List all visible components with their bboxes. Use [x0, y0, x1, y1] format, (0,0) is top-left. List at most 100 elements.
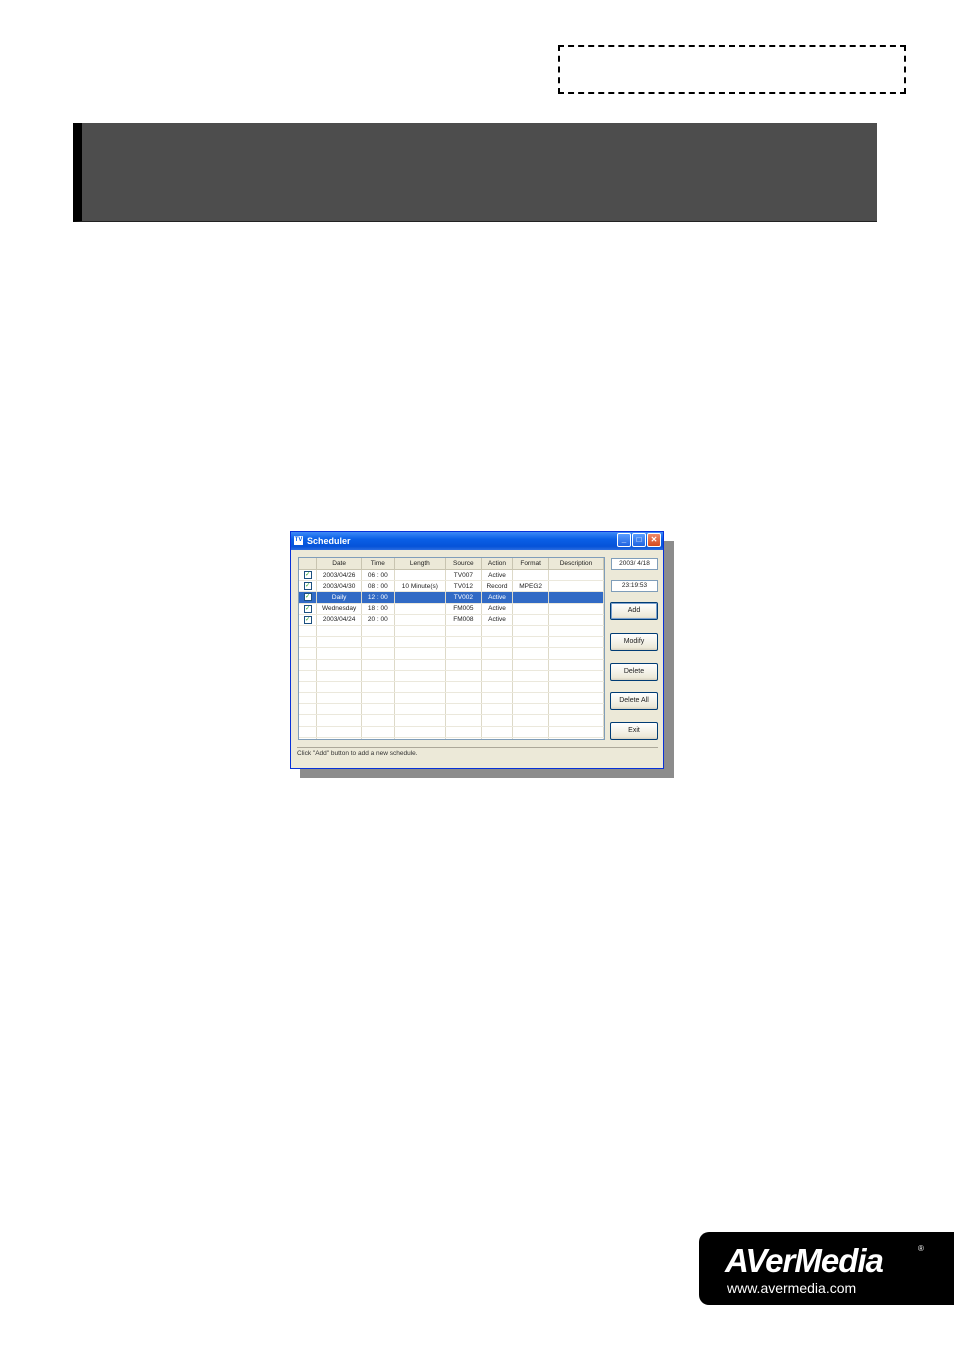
cell-length: [394, 591, 447, 604]
empty-cell: [316, 670, 362, 682]
empty-row: [299, 737, 604, 739]
empty-cell: [481, 659, 514, 671]
empty-cell: [361, 692, 395, 705]
cell-source: TV012: [445, 580, 482, 593]
empty-cell: [394, 670, 447, 682]
cell-time: 08 : 00: [361, 580, 395, 593]
app-icon: TV: [294, 536, 303, 545]
empty-cell: [481, 681, 514, 694]
empty-cell: [548, 703, 604, 716]
enable-checkbox[interactable]: ✓: [303, 615, 312, 624]
row-checkbox-cell: ✓: [299, 569, 318, 582]
column-header[interactable]: Description: [548, 558, 604, 570]
empty-cell: [548, 670, 604, 682]
column-header[interactable]: Time: [361, 558, 395, 570]
close-button[interactable]: ✕: [647, 533, 661, 547]
column-header[interactable]: Action: [481, 558, 514, 570]
empty-cell: [512, 703, 549, 716]
empty-cell: [299, 636, 318, 649]
empty-cell: [548, 647, 604, 660]
empty-cell: [481, 726, 514, 738]
logo-url: www.avermedia.com: [727, 1280, 857, 1296]
modify-button[interactable]: Modify: [610, 633, 658, 651]
empty-cell: [299, 737, 318, 739]
empty-cell: [361, 714, 395, 727]
cell-description: [548, 614, 604, 626]
empty-row: [299, 714, 604, 727]
empty-cell: [361, 647, 395, 660]
empty-cell: [445, 647, 482, 660]
empty-cell: [512, 692, 549, 705]
empty-cell: [316, 714, 362, 727]
cell-description: [548, 603, 604, 615]
row-checkbox-cell: ✓: [299, 603, 318, 615]
empty-cell: [394, 726, 447, 738]
cell-format: [512, 614, 549, 626]
empty-cell: [512, 726, 549, 738]
empty-cell: [481, 636, 514, 649]
empty-cell: [481, 737, 514, 739]
delete-all-button[interactable]: Delete All: [610, 692, 658, 710]
empty-cell: [361, 726, 395, 738]
empty-cell: [361, 681, 395, 694]
cell-format: [512, 569, 549, 582]
empty-cell: [361, 703, 395, 716]
cell-date: Wednesday: [316, 603, 362, 615]
row-checkbox-cell: ✓: [299, 591, 318, 604]
empty-cell: [445, 659, 482, 671]
column-header[interactable]: [299, 558, 318, 570]
empty-row: [299, 647, 604, 660]
table-row[interactable]: ✓ Daily 12 : 00 TV002 Active: [299, 591, 604, 604]
empty-cell: [548, 625, 604, 638]
empty-cell: [316, 659, 362, 671]
enable-checkbox[interactable]: ✓: [303, 593, 312, 602]
empty-row: [299, 636, 604, 649]
cell-action: Record: [481, 580, 514, 593]
column-header[interactable]: Format: [512, 558, 549, 570]
add-button[interactable]: Add: [610, 602, 658, 620]
table-row[interactable]: ✓ 2003/04/24 20 : 00 FM008 Active: [299, 614, 604, 626]
empty-cell: [548, 681, 604, 694]
cell-date: Daily: [316, 591, 362, 604]
column-header[interactable]: Length: [394, 558, 447, 570]
title-bar[interactable]: TV Scheduler _ □ ✕: [291, 532, 663, 550]
table-row[interactable]: ✓ 2003/04/30 08 : 00 10 Minute(s) TV012 Recor…: [299, 580, 604, 593]
empty-cell: [548, 737, 604, 739]
empty-cell: [394, 703, 447, 716]
empty-cell: [394, 737, 447, 739]
exit-button[interactable]: Exit: [610, 722, 658, 740]
empty-cell: [481, 670, 514, 682]
status-bar: Click "Add" button to add a new schedule…: [297, 747, 658, 759]
table-row[interactable]: ✓ 2003/04/26 06 : 00 TV007 Active: [299, 569, 604, 582]
enable-checkbox[interactable]: ✓: [303, 604, 312, 613]
empty-cell: [316, 726, 362, 738]
table-row[interactable]: ✓ Wednesday 18 : 00 FM005 Active: [299, 603, 604, 615]
empty-cell: [548, 636, 604, 649]
empty-cell: [394, 714, 447, 727]
enable-checkbox[interactable]: ✓: [303, 582, 312, 591]
enable-checkbox[interactable]: ✓: [303, 571, 312, 580]
minimize-button[interactable]: _: [617, 533, 631, 547]
empty-row: [299, 681, 604, 694]
empty-row: [299, 670, 604, 682]
empty-cell: [361, 636, 395, 649]
registered-mark: ®: [918, 1244, 924, 1253]
cell-time: 18 : 00: [361, 603, 395, 615]
current-date-field: 2003/ 4/18: [611, 558, 658, 570]
empty-cell: [361, 670, 395, 682]
maximize-button[interactable]: □: [632, 533, 646, 547]
delete-button[interactable]: Delete: [610, 663, 658, 681]
empty-cell: [445, 703, 482, 716]
cell-action: Active: [481, 603, 514, 615]
cell-source: FM005: [445, 603, 482, 615]
empty-cell: [445, 625, 482, 638]
column-header[interactable]: Source: [445, 558, 482, 570]
empty-cell: [316, 703, 362, 716]
page-label-box: [558, 45, 906, 94]
window-title: Scheduler: [307, 536, 351, 546]
empty-row: [299, 692, 604, 705]
empty-cell: [548, 659, 604, 671]
column-header[interactable]: Date: [316, 558, 362, 570]
schedule-list[interactable]: Date Time Length Source Action Format Descript…: [298, 557, 605, 740]
empty-cell: [361, 625, 395, 638]
